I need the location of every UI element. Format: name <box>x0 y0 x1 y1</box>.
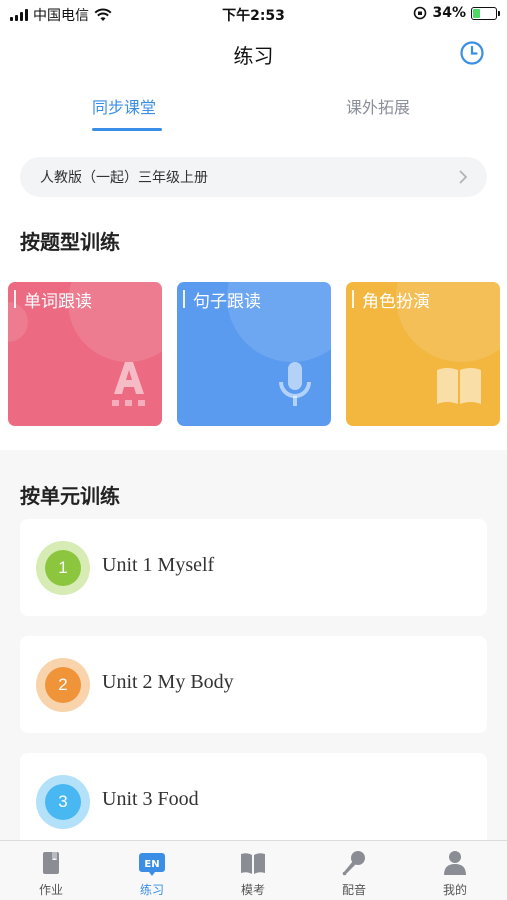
by-unit-section: 按单元训练 1 Unit 1 Myself 2 Unit 2 My Body 3… <box>0 450 507 850</box>
nav-bar: 练习 <box>0 28 507 78</box>
unit-number-badge: 2 <box>36 658 90 712</box>
unit-item-2[interactable]: 2 Unit 2 My Body <box>20 636 487 733</box>
tabbar-label: 练习 <box>139 883 164 897</box>
card-sentence-reading[interactable]: 句子跟读 <box>177 282 331 426</box>
page-title: 练习 <box>233 44 274 68</box>
tabbar-profile[interactable]: 我的 <box>420 841 490 900</box>
tabbar-exam[interactable]: 模考 <box>218 841 288 900</box>
homework-icon <box>43 852 59 874</box>
tabbar-label: 我的 <box>442 883 467 897</box>
dubbing-mic-icon <box>342 851 365 876</box>
card-bar <box>14 290 16 308</box>
microphone-icon <box>279 362 311 406</box>
tab-sync-class[interactable]: 同步课堂 <box>92 94 156 118</box>
tabbar-label: 模考 <box>240 883 265 897</box>
top-tabs: 同步课堂 课外拓展 <box>0 82 507 132</box>
svg-text:EN: EN <box>144 859 159 870</box>
card-role-play[interactable]: 角色扮演 <box>346 282 500 426</box>
battery-icon <box>471 6 500 20</box>
unit-name: Unit 1 Myself <box>102 554 215 576</box>
by-type-title: 按题型训练 <box>20 230 120 254</box>
card-label: 单词跟读 <box>24 292 92 312</box>
orientation-lock-icon <box>414 6 427 20</box>
status-bar: 中国电信 下午2:53 34% <box>0 0 507 28</box>
unit-item-3[interactable]: 3 Unit 3 Food <box>20 753 487 850</box>
tabbar-dubbing[interactable]: 配音 <box>319 841 389 900</box>
unit-name: Unit 3 Food <box>102 788 199 810</box>
card-bar <box>183 290 185 308</box>
bottom-tab-bar: 作业 EN 练习 模考 配音 我的 <box>0 840 507 900</box>
tabbar-homework[interactable]: 作业 <box>16 841 86 900</box>
battery-percent: 34% <box>432 5 466 21</box>
unit-name: Unit 2 My Body <box>102 671 234 693</box>
textbook-label: 人教版（一起）三年级上册 <box>40 170 208 186</box>
letter-a-icon <box>112 362 145 406</box>
unit-number-badge: 1 <box>36 541 90 595</box>
card-bar <box>352 290 354 308</box>
card-word-reading[interactable]: 单词跟读 <box>8 282 162 426</box>
by-unit-title: 按单元训练 <box>20 484 120 508</box>
textbook-selector[interactable]: 人教版（一起）三年级上册 <box>20 157 487 197</box>
card-label: 角色扮演 <box>362 292 430 312</box>
exam-book-icon <box>241 853 265 874</box>
tab-active-indicator <box>92 128 162 131</box>
chevron-right-icon <box>459 170 468 184</box>
card-label: 句子跟读 <box>193 292 261 312</box>
unit-number-badge: 3 <box>36 775 90 829</box>
tab-extracurricular[interactable]: 课外拓展 <box>346 94 410 118</box>
book-icon <box>437 368 481 404</box>
tabbar-label: 作业 <box>38 883 63 897</box>
unit-item-1[interactable]: 1 Unit 1 Myself <box>20 519 487 616</box>
profile-icon <box>444 851 466 875</box>
history-clock-icon[interactable] <box>459 40 485 66</box>
status-right: 34% <box>413 5 500 21</box>
tabbar-practice[interactable]: EN 练习 <box>117 841 187 900</box>
practice-en-icon: EN <box>139 853 165 876</box>
tabbar-label: 配音 <box>341 883 366 897</box>
